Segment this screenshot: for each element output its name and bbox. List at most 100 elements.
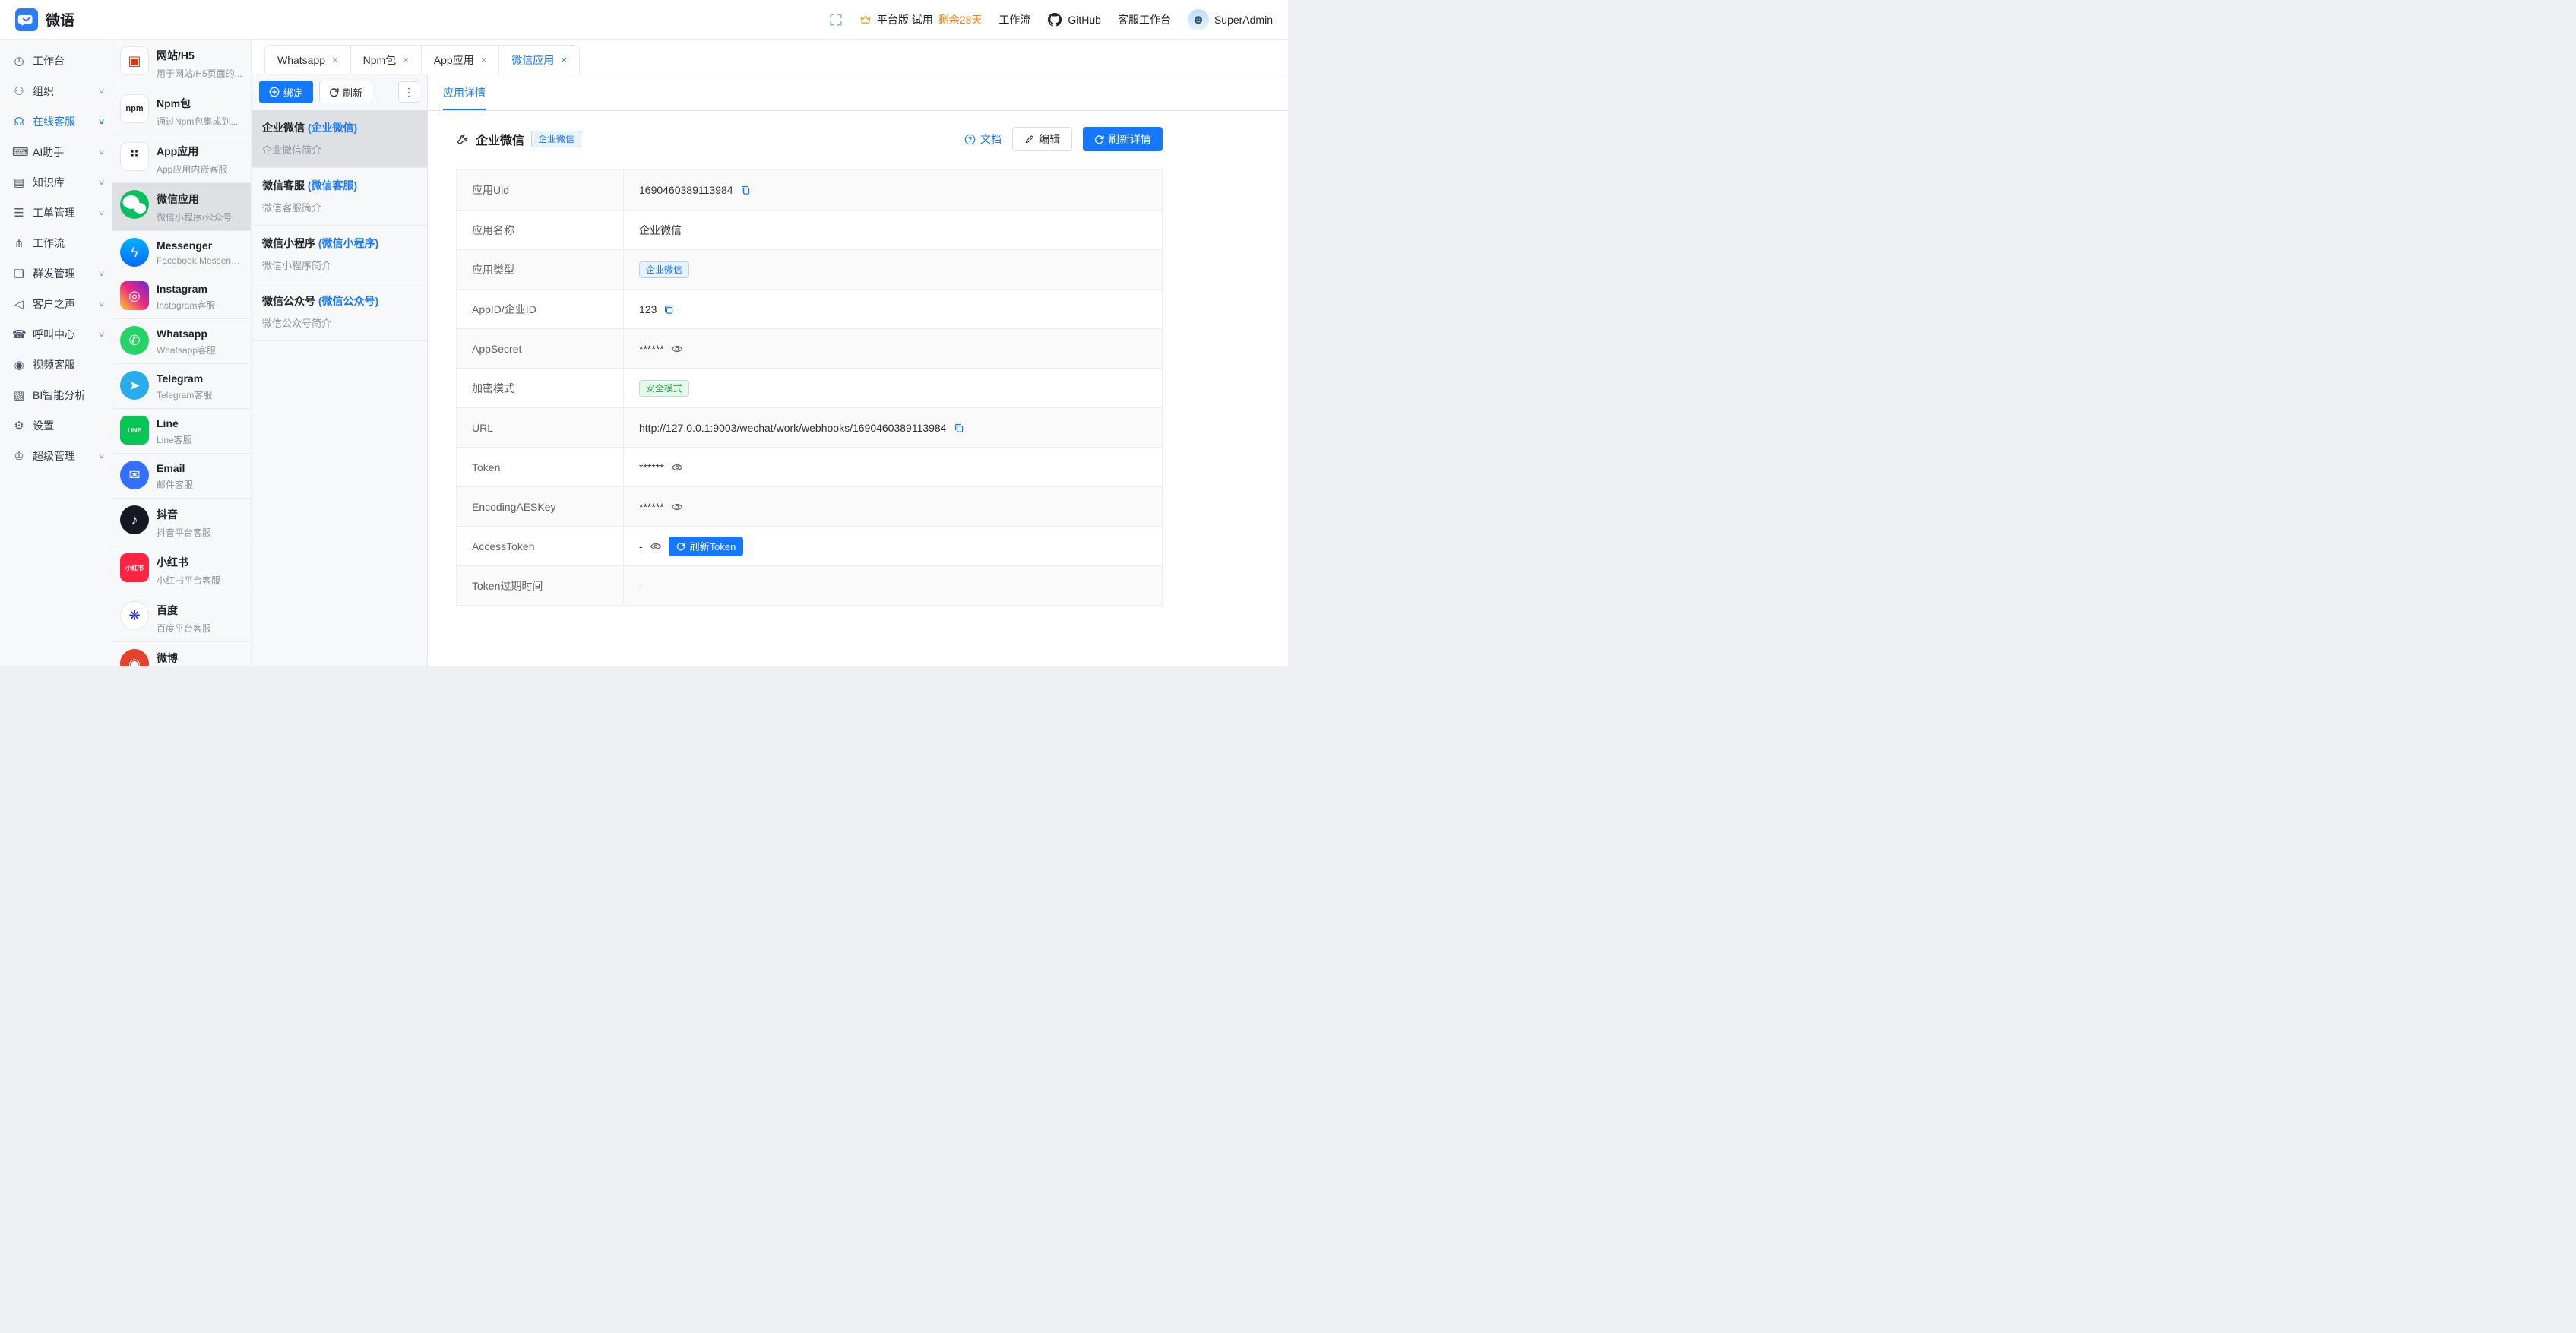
detail-value-text: 1690460389113984	[639, 184, 733, 196]
close-icon[interactable]: ×	[481, 54, 487, 65]
agent-console-link[interactable]: 客服工作台	[1118, 12, 1171, 27]
more-actions-button[interactable]: ⋮	[398, 81, 419, 103]
channel-item[interactable]: ▣ 网站/H5 用于网站/H5页面的...	[112, 40, 251, 87]
channel-text: 百度 百度平台客服	[157, 601, 211, 635]
知识库[interactable]: ▤ 知识库 ∨	[0, 167, 112, 198]
app-item-name: 微信客服	[262, 179, 305, 192]
channel-item[interactable]: 微信应用 微信小程序/公众号...	[112, 183, 251, 231]
refresh-list-button[interactable]: 刷新	[319, 81, 372, 103]
工作台[interactable]: ◷ 工作台	[0, 46, 112, 76]
channel-desc: 微信小程序/公众号...	[157, 211, 239, 223]
BI智能分析[interactable]: ▧ BI智能分析	[0, 380, 112, 410]
channel-item[interactable]: ◎ Instagram Instagram客服	[112, 274, 251, 319]
channel-item[interactable]: ϟ Messenger Facebook Messeng...	[112, 231, 251, 274]
email-icon: ✉	[120, 461, 149, 489]
tab-label: Whatsapp	[277, 54, 325, 66]
channel-item[interactable]: 小红书 小红书 小红书平台客服	[112, 546, 251, 594]
detail-row: 应用Uid 1690460389113984	[457, 170, 1162, 210]
群发管理[interactable]: ❏ 群发管理 ∨	[0, 258, 112, 289]
detail-row-label: AppSecret	[457, 329, 624, 368]
detail-row-label: EncodingAESKey	[457, 487, 624, 526]
视频客服[interactable]: ◉ 视频客服	[0, 350, 112, 380]
workspace-tab[interactable]: App应用 ×	[422, 45, 500, 74]
channel-name: Instagram	[157, 283, 215, 295]
detail-row-label: 应用类型	[457, 250, 624, 289]
客户之声[interactable]: ◁ 客户之声 ∨	[0, 289, 112, 319]
workspace-tab[interactable]: Whatsapp ×	[264, 45, 351, 74]
workspace-tab[interactable]: Npm包 ×	[351, 45, 422, 74]
channel-item[interactable]: LINE Line Line客服	[112, 409, 251, 454]
close-icon[interactable]: ×	[403, 54, 409, 65]
detail-row-value: 企业微信	[624, 250, 1162, 289]
detail-row-label: URL	[457, 408, 624, 447]
line-icon: LINE	[120, 416, 149, 445]
app-item-desc: 企业微信简介	[262, 142, 416, 157]
refresh-token-button[interactable]: 刷新Token	[669, 537, 744, 556]
tab-app-detail[interactable]: 应用详情	[443, 85, 486, 110]
detail-row-label: Token过期时间	[457, 566, 624, 605]
app-item-type: (微信客服)	[308, 179, 357, 192]
edit-button[interactable]: 编辑	[1012, 127, 1072, 151]
eye-icon[interactable]	[671, 461, 683, 473]
telegram-icon: ➤	[120, 371, 149, 400]
plan-badge[interactable]: 平台版 试用 剩余28天	[859, 12, 982, 27]
channel-text: 网站/H5 用于网站/H5页面的...	[157, 46, 242, 80]
github-link[interactable]: GitHub	[1047, 12, 1101, 27]
工作流[interactable]: ⋔ 工作流	[0, 228, 112, 258]
refresh-detail-button[interactable]: 刷新详情	[1083, 127, 1163, 151]
AI助手[interactable]: ⌨ AI助手 ∨	[0, 137, 112, 167]
app-item-heading: 微信公众号 (微信公众号)	[262, 293, 416, 309]
close-icon[interactable]: ×	[561, 54, 567, 65]
channel-item[interactable]: ✉ Email 邮件客服	[112, 454, 251, 499]
detail-row: AppSecret ******	[457, 328, 1162, 368]
channel-item[interactable]: ♪ 抖音 抖音平台客服	[112, 499, 251, 546]
在线客服[interactable]: ☊ 在线客服 ∨	[0, 106, 112, 137]
doc-button[interactable]: 文档	[964, 131, 1002, 147]
channel-text: Line Line客服	[157, 416, 192, 446]
工单管理[interactable]: ☰ 工单管理 ∨	[0, 198, 112, 228]
copy-icon[interactable]	[740, 185, 751, 195]
detail-value-text: ******	[639, 501, 664, 513]
eye-icon[interactable]	[650, 540, 662, 553]
设置[interactable]: ⚙ 设置	[0, 410, 112, 441]
detail-row-value: 1690460389113984	[624, 170, 1162, 210]
app-item-heading: 微信客服 (微信客服)	[262, 178, 416, 193]
detail-tabbar: 应用详情	[428, 74, 1288, 111]
brand[interactable]: 微语	[15, 8, 74, 31]
detail-row-value: ******	[624, 329, 1162, 368]
组织[interactable]: ⚇ 组织 ∨	[0, 76, 112, 106]
app-window: 微语 平台版 试用 剩余28天 工作流 GitHub 客服工作台 ☻ Super…	[0, 0, 1288, 666]
close-icon[interactable]: ×	[332, 54, 338, 65]
超级管理[interactable]: ♔ 超级管理 ∨	[0, 441, 112, 471]
channel-item[interactable]: ❋ 百度 百度平台客服	[112, 594, 251, 642]
channel-item[interactable]: ✆ Whatsapp Whatsapp客服	[112, 319, 251, 364]
bind-button[interactable]: 绑定	[259, 81, 313, 103]
channel-icon-glyph: ▣	[128, 53, 141, 69]
chevron-down-icon: ∨	[97, 209, 105, 217]
app-item-name: 微信小程序	[262, 237, 315, 249]
detail-row-value: 企业微信	[624, 211, 1162, 249]
fullscreen-icon[interactable]	[829, 13, 843, 27]
user-menu[interactable]: ☻ SuperAdmin	[1188, 9, 1273, 30]
refresh-icon	[329, 87, 339, 97]
eye-icon[interactable]	[671, 343, 683, 355]
detail-value-text: 企业微信	[639, 223, 682, 238]
copy-icon[interactable]	[663, 304, 674, 315]
eye-icon[interactable]	[671, 501, 683, 513]
app-list-item[interactable]: 微信公众号 (微信公众号) 微信公众号简介	[252, 283, 427, 341]
workspace-tab[interactable]: 微信应用 ×	[499, 45, 580, 74]
app-list-item[interactable]: 微信小程序 (微信小程序) 微信小程序简介	[252, 226, 427, 283]
header-workflow-link[interactable]: 工作流	[998, 12, 1030, 27]
呼叫中心[interactable]: ☎ 呼叫中心 ∨	[0, 319, 112, 350]
app-item-type: (微信小程序)	[318, 237, 378, 249]
channel-item[interactable]: ◉ 微博 微博平台客服	[112, 642, 251, 666]
app-item-type: (企业微信)	[308, 122, 357, 134]
app-list-item[interactable]: 企业微信 (企业微信) 企业微信简介	[252, 110, 427, 168]
wrench-icon	[456, 133, 469, 146]
channel-item[interactable]: ➤ Telegram Telegram客服	[112, 364, 251, 409]
channel-item[interactable]: npm Npm包 通过Npm包集成到...	[112, 87, 251, 135]
app-list-item[interactable]: 微信客服 (微信客服) 微信客服简介	[252, 168, 427, 226]
eye-icon: ◉	[12, 358, 26, 372]
channel-item[interactable]: ⠛ App应用 App应用内嵌客服	[112, 135, 251, 183]
copy-icon[interactable]	[954, 423, 964, 433]
